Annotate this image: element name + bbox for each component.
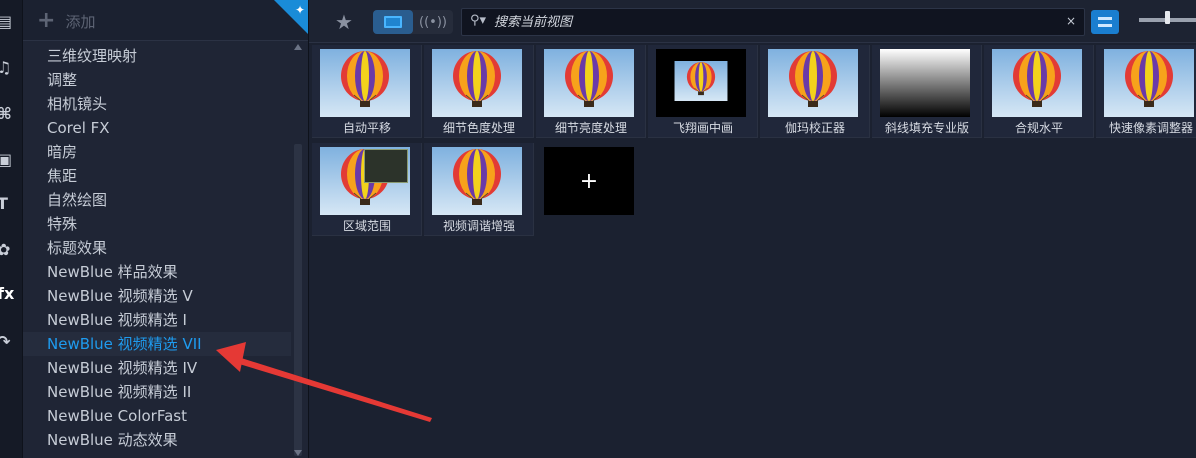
effect-tile[interactable]: 快速像素调整器 (1096, 45, 1196, 138)
category-item[interactable]: 三维纹理映射 (23, 44, 291, 68)
plus-icon: + (37, 8, 56, 33)
effect-tile[interactable]: 视频调谐增强 (424, 143, 534, 236)
effect-label: 飞翔画中画 (672, 121, 733, 135)
category-item[interactable]: NewBlue ColorFast (23, 404, 291, 428)
category-panel: + 添加 ✦ 三维纹理映射 调整 相机镜头 Corel FX 暗房 焦距 自然绘… (23, 0, 309, 458)
effects-library: ★ ((•)) ⚲▾ × 自动平移 细节色度处理 细节亮度处理 飞翔画中画 伽玛校正器 斜… (309, 0, 1196, 458)
panel-header: + 添加 ✦ (23, 0, 308, 41)
audio-wave-icon: ((•)) (419, 14, 447, 30)
media-icon[interactable]: ▤ (0, 8, 22, 34)
effect-label: 视频调谐增强 (442, 219, 515, 233)
category-scrollbar[interactable] (293, 44, 303, 458)
category-item[interactable]: NewBlue 视频精选 V (23, 284, 291, 308)
fx-icon[interactable]: fx (0, 280, 22, 306)
video-filter-button[interactable] (373, 10, 413, 34)
category-item[interactable]: NewBlue 动态效果 (23, 428, 291, 452)
effect-thumbnail (656, 49, 746, 117)
category-item[interactable]: 特殊 (23, 212, 291, 236)
effect-thumbnail (320, 147, 410, 215)
effect-tile[interactable]: 细节亮度处理 (536, 45, 646, 138)
clear-search-icon[interactable]: × (1066, 14, 1076, 28)
effect-label: 细节亮度处理 (554, 121, 627, 135)
effects-grid: 自动平移 细节色度处理 细节亮度处理 飞翔画中画 伽玛校正器 斜线填充专业版 合规水平 快速像… (312, 45, 1196, 245)
category-item[interactable]: 标题效果 (23, 236, 291, 260)
effect-thumbnail (992, 49, 1082, 117)
scroll-down-arrow-icon[interactable] (294, 450, 302, 456)
effect-tile[interactable]: 斜线填充专业版 (872, 45, 982, 138)
search-input[interactable] (494, 9, 1054, 35)
pin-icon[interactable]: ✦ (295, 3, 305, 17)
effect-label: 斜线填充专业版 (884, 121, 969, 135)
overlay-icon[interactable]: ▣ (0, 146, 22, 172)
search-icon[interactable]: ⚲▾ (470, 13, 486, 28)
effect-thumbnail (1104, 49, 1194, 117)
category-item[interactable]: NewBlue 样品效果 (23, 260, 291, 284)
effect-tile[interactable]: 伽玛校正器 (760, 45, 870, 138)
effect-label: 自动平移 (342, 121, 391, 135)
title-icon[interactable]: T (0, 190, 22, 216)
scroll-track[interactable] (293, 54, 303, 456)
effect-tile[interactable]: 飞翔画中画 (648, 45, 758, 138)
category-item[interactable]: NewBlue 视频精选 II (23, 380, 291, 404)
category-item-selected[interactable]: NewBlue 视频精选 VII (23, 332, 291, 356)
add-label: 添加 (65, 12, 96, 31)
effect-thumbnail (880, 49, 970, 117)
effect-thumbnail (432, 49, 522, 117)
effect-label: 合规水平 (1014, 121, 1063, 135)
thumbnail-size-slider[interactable] (1139, 11, 1196, 24)
graphics-icon[interactable]: ✿ (0, 236, 22, 262)
scroll-up-arrow-icon[interactable] (294, 44, 302, 50)
list-view-button[interactable] (1091, 10, 1119, 34)
category-item[interactable]: 相机镜头 (23, 92, 291, 116)
effect-thumbnail (432, 147, 522, 215)
favorite-star-icon[interactable]: ★ (335, 10, 353, 34)
media-filter-toggle: ((•)) (373, 10, 453, 34)
library-rail: ▤ ♫ ⌘ ▣ T ✿ fx ↷ (0, 0, 23, 458)
effect-thumbnail (768, 49, 858, 117)
effect-tile[interactable]: 自动平移 (312, 45, 422, 138)
category-item[interactable]: 自然绘图 (23, 188, 291, 212)
category-item[interactable]: NewBlue 视频精选 I (23, 308, 291, 332)
effect-tile[interactable]: 合规水平 (984, 45, 1094, 138)
search-box[interactable]: ⚲▾ × (461, 8, 1085, 36)
add-effect-button[interactable]: + (544, 147, 634, 215)
effect-label: 细节色度处理 (442, 121, 515, 135)
category-list: 三维纹理映射 调整 相机镜头 Corel FX 暗房 焦距 自然绘图 特殊 标题… (23, 44, 291, 452)
category-item[interactable]: 暗房 (23, 140, 291, 164)
effect-label: 区域范围 (342, 219, 391, 233)
category-item[interactable]: 调整 (23, 68, 291, 92)
effect-label: 伽玛校正器 (784, 121, 845, 135)
effect-thumbnail (320, 49, 410, 117)
library-toolbar: ★ ((•)) ⚲▾ × (309, 0, 1196, 43)
effect-thumbnail (544, 49, 634, 117)
view-mode-icon (1098, 17, 1112, 27)
scroll-thumb[interactable] (294, 144, 302, 456)
effect-tile[interactable]: 区域范围 (312, 143, 422, 236)
transition-icon[interactable]: ⌘ (0, 100, 22, 126)
effect-tile[interactable]: 细节色度处理 (424, 45, 534, 138)
audio-filter-button[interactable]: ((•)) (413, 10, 453, 34)
category-item[interactable]: 焦距 (23, 164, 291, 188)
film-icon (384, 16, 402, 28)
slider-thumb[interactable] (1165, 11, 1170, 24)
music-icon[interactable]: ♫ (0, 54, 22, 80)
effect-label: 快速像素调整器 (1108, 121, 1193, 135)
category-item[interactable]: Corel FX (23, 116, 291, 140)
motion-icon[interactable]: ↷ (0, 328, 22, 354)
add-category-button[interactable]: + 添加 (37, 10, 95, 32)
category-item[interactable]: NewBlue 视频精选 IV (23, 356, 291, 380)
